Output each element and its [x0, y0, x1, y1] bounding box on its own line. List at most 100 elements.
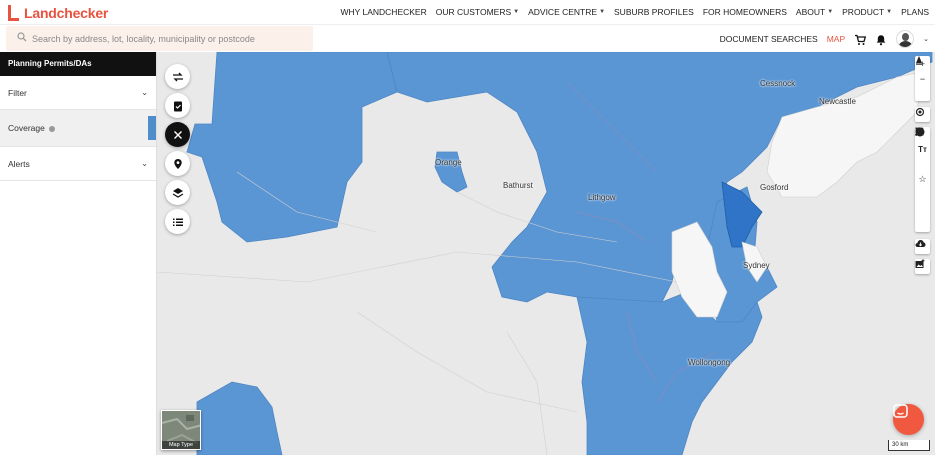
search-icon — [12, 32, 32, 45]
map-shapes — [157, 52, 933, 455]
sidebar-item-filter[interactable]: Filter ⌄ — [0, 76, 156, 110]
legend-list-button[interactable] — [165, 209, 190, 234]
compare-button[interactable] — [165, 64, 190, 89]
map-link[interactable]: MAP — [827, 34, 845, 44]
map-type-toggle[interactable]: Map Type — [161, 410, 201, 450]
chevron-down-icon: ▼ — [599, 9, 606, 15]
star-tool-button[interactable]: ☆ — [915, 172, 930, 187]
chat-icon — [893, 404, 908, 418]
compass-button[interactable] — [915, 56, 930, 101]
chevron-down-icon: ▼ — [827, 9, 834, 15]
text-tool-button[interactable]: Tт — [915, 142, 930, 157]
close-icon — [173, 130, 182, 139]
place-label-wollongong: Wollongong — [688, 358, 731, 367]
nav-suburb-profiles[interactable]: SUBURB PROFILES — [614, 7, 694, 17]
avatar[interactable] — [896, 30, 915, 48]
cloud-control — [915, 239, 930, 254]
coverage-region-west — [186, 52, 398, 243]
nav-label: PLANS — [901, 7, 929, 17]
nav-our-customers[interactable]: OUR CUSTOMERS ▼ — [436, 7, 519, 17]
chevron-down-icon[interactable]: ⌄ — [923, 35, 929, 43]
coverage-region-north — [386, 52, 933, 308]
ruler-tool-button[interactable] — [915, 127, 930, 172]
sidebar-item-label: Filter — [8, 87, 27, 98]
locate-control — [915, 107, 930, 122]
sidebar-item-label: Alerts — [8, 158, 30, 169]
zoom-out-button[interactable]: − — [915, 71, 930, 86]
locate-button[interactable] — [915, 107, 930, 122]
crosshair-icon — [915, 107, 925, 117]
nav-label: PRODUCT — [842, 7, 885, 17]
bell-icon[interactable] — [875, 33, 887, 46]
nav-why-landchecker[interactable]: WHY LANDCHECKER — [340, 7, 426, 17]
search-box[interactable] — [6, 26, 313, 51]
nav-product[interactable]: PRODUCT ▼ — [842, 7, 892, 17]
map-marker-icon — [173, 158, 182, 169]
text-size-icon: Tт — [918, 145, 927, 154]
sidebar-item-alerts[interactable]: Alerts ⌄ — [0, 147, 156, 181]
sidebar: Planning Permits/DAs Filter ⌄ Coverage A… — [0, 52, 157, 455]
sidebar-title: Planning Permits/DAs — [0, 52, 156, 76]
layers-button[interactable] — [165, 180, 190, 205]
header-tools: DOCUMENT SEARCHES MAP ⌄ — [720, 30, 929, 48]
nav-label: ADVICE CENTRE — [528, 7, 598, 17]
nav-links: WHY LANDCHECKER OUR CUSTOMERS ▼ ADVICE CE… — [340, 7, 929, 17]
chat-button[interactable] — [893, 404, 924, 435]
map-canvas[interactable]: Cessnock Newcastle Orange Bathurst Lithg… — [157, 52, 935, 455]
nav-for-homeowners[interactable]: FOR HOMEOWNERS — [703, 7, 787, 17]
place-label-gosford: Gosford — [760, 183, 789, 192]
list-icon — [172, 218, 183, 226]
place-label-sydney: Sydney — [743, 261, 770, 270]
location-search-button[interactable] — [165, 151, 190, 176]
place-label-cessnock: Cessnock — [760, 79, 796, 88]
chevron-down-icon: ⌄ — [141, 88, 148, 97]
add-photo-icon — [915, 259, 925, 268]
logo-text: Landchecker — [24, 5, 109, 21]
nav-label: SUBURB PROFILES — [614, 7, 694, 17]
place-label-newcastle: Newcastle — [819, 97, 856, 106]
nav-label: FOR HOMEOWNERS — [702, 7, 787, 17]
top-navigation: Landchecker WHY LANDCHECKER OUR CUSTOMER… — [0, 0, 935, 25]
zoom-controls: + − — [915, 56, 930, 101]
checklist-button[interactable] — [165, 93, 190, 118]
search-input[interactable] — [32, 33, 302, 44]
delete-tool-button[interactable] — [915, 127, 930, 232]
image-control — [915, 259, 930, 274]
nav-about[interactable]: ABOUT ▼ — [796, 7, 833, 17]
download-button[interactable] — [915, 239, 930, 254]
scale-bar: 30 km — [888, 440, 930, 451]
landchecker-logo[interactable]: Landchecker — [6, 3, 108, 23]
compass-icon — [916, 56, 922, 65]
document-searches-link[interactable]: DOCUMENT SEARCHES — [720, 34, 818, 44]
place-label-bathurst: Bathurst — [503, 181, 533, 190]
drawing-tools: Tт ☆ — [915, 127, 930, 232]
map-type-label: Map Type — [162, 441, 200, 449]
circle-tool-button[interactable] — [915, 127, 930, 217]
cloud-download-icon — [915, 240, 926, 247]
chevron-down-icon: ▼ — [886, 9, 893, 15]
info-dot-icon — [48, 125, 55, 132]
close-button[interactable] — [165, 122, 190, 147]
place-label-lithgow: Lithgow — [588, 193, 616, 202]
trash-icon — [915, 127, 923, 136]
place-label-orange: Orange — [435, 158, 462, 167]
nav-advice-centre[interactable]: ADVICE CENTRE ▼ — [528, 7, 605, 17]
sidebar-item-coverage[interactable]: Coverage — [0, 110, 156, 147]
nav-plans[interactable]: PLANS — [901, 7, 929, 17]
star-icon: ☆ — [918, 174, 927, 184]
sidebar-item-label: Coverage — [8, 123, 45, 133]
nav-label: ABOUT — [795, 7, 826, 17]
search-row: DOCUMENT SEARCHES MAP ⌄ — [0, 25, 935, 52]
layers-icon — [172, 187, 183, 198]
chevron-down-icon: ▼ — [513, 9, 520, 15]
nav-label: WHY LANDCHECKER — [340, 7, 427, 17]
add-image-button[interactable] — [915, 259, 930, 274]
chevron-down-icon: ⌄ — [141, 159, 148, 168]
clipboard-check-icon — [173, 101, 182, 111]
nav-label: OUR CUSTOMERS — [435, 7, 512, 17]
coverage-active-indicator — [148, 116, 156, 140]
logo-mark-icon — [6, 4, 20, 22]
cart-icon[interactable] — [854, 33, 867, 45]
polygon-tool-button[interactable] — [915, 127, 930, 202]
swap-arrows-icon — [172, 72, 183, 81]
